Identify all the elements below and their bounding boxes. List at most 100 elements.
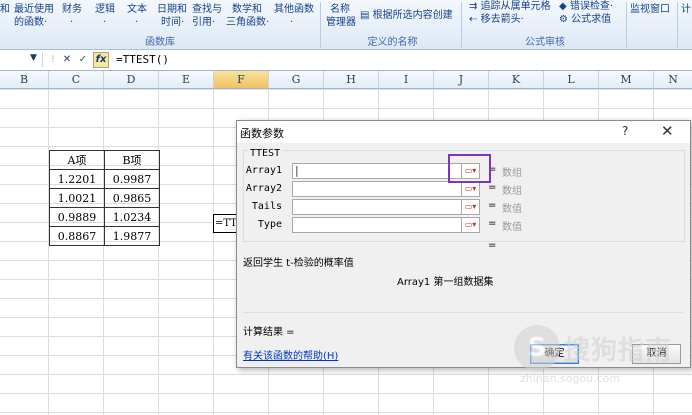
- tails-input[interactable]: [292, 199, 462, 215]
- column-header-i[interactable]: I: [379, 71, 434, 88]
- grid-line: [103, 89, 104, 415]
- range-select-icon[interactable]: ▭▾: [461, 217, 480, 233]
- column-header-k[interactable]: K: [489, 71, 544, 88]
- enter-formula-button[interactable]: ✓: [77, 53, 89, 66]
- ribbon: 和 最近使用 的函数· 财务 · 逻辑 · 文本 · 日期和 时间· 查找与 引用· 数学和…: [0, 0, 692, 50]
- table-row: 0.9889 1.0234: [49, 207, 160, 227]
- ribbon-separator: [320, 2, 321, 48]
- ribbon-create-from-selection-button[interactable]: ▤ 根据所选内容创建: [360, 9, 453, 22]
- table-cell[interactable]: 1.9877: [104, 226, 160, 246]
- dialog-help-icon[interactable]: ?: [622, 124, 628, 138]
- remove-arrows-icon: ⇠: [469, 14, 478, 25]
- arg-equals: =: [488, 218, 497, 229]
- table-cell[interactable]: 0.9889: [49, 207, 105, 227]
- ribbon-separator: [626, 2, 627, 48]
- create-from-selection-icon: ▤: [360, 10, 370, 21]
- column-header-b[interactable]: B: [0, 71, 49, 88]
- ribbon-error-checking-button[interactable]: ◆ 错误检查· ⚙ 公式求值: [559, 0, 613, 26]
- formula-bar-grip-icon: ⁝: [51, 54, 55, 65]
- divider: [243, 312, 683, 313]
- formula-input[interactable]: =TTEST(): [116, 53, 169, 66]
- arg-row-type: Type ▭▾ = 数值: [237, 217, 690, 233]
- column-headers: B C D E F G H I J K L M N: [0, 71, 692, 89]
- table-cell[interactable]: 0.9865: [104, 188, 160, 208]
- ribbon-separator: [677, 2, 678, 48]
- ribbon-autosum-button[interactable]: 和: [0, 3, 10, 16]
- table-header-cell[interactable]: A项: [49, 150, 105, 170]
- watermark-text: 搜狗指南: [564, 336, 673, 366]
- column-header-h[interactable]: H: [324, 71, 379, 88]
- table-cell[interactable]: 1.0234: [104, 207, 160, 227]
- table-header-cell[interactable]: B项: [104, 150, 160, 170]
- table-cell[interactable]: 0.8867: [49, 226, 105, 246]
- arg-label: Type: [257, 219, 282, 230]
- array1-input[interactable]: |: [292, 163, 462, 179]
- arg-row-tails: Tails ▭▾ = 数值: [237, 199, 690, 215]
- table-header-row: A项 B项: [49, 150, 160, 170]
- ribbon-recent-functions-button[interactable]: 最近使用 的函数·: [14, 3, 54, 29]
- column-header-j[interactable]: J: [434, 71, 489, 88]
- table-cell[interactable]: 1.2201: [49, 169, 105, 189]
- arg-equals: =: [488, 182, 497, 193]
- dialog-title: 函数参数: [240, 127, 284, 140]
- watermark-url: zhinan.sogou.com: [520, 372, 621, 385]
- column-header-l[interactable]: L: [544, 71, 599, 88]
- ribbon-name-manager-button[interactable]: 名称 管理器: [326, 3, 356, 29]
- ribbon-trace-dependents-button[interactable]: ⇉ 追踪从属单元格 ⇠ 移去箭头·: [469, 0, 551, 26]
- table-cell[interactable]: 0.9987: [104, 169, 160, 189]
- calculation-result: 计算结果 =: [243, 327, 295, 338]
- ribbon-financial-button[interactable]: 财务 ·: [62, 3, 82, 29]
- group-label-formula-auditing: 公式审核: [525, 37, 565, 48]
- grid-line: [213, 89, 214, 415]
- ribbon-text-button[interactable]: 文本 ·: [127, 3, 147, 29]
- ribbon-calculation-button[interactable]: 计: [681, 3, 691, 16]
- range-select-icon[interactable]: ▭▾: [461, 181, 480, 197]
- arg-type-hint: 数组: [502, 186, 522, 197]
- ribbon-lookup-reference-button[interactable]: 查找与 引用·: [192, 3, 222, 29]
- namebox-dropdown-icon[interactable]: ▼: [30, 53, 37, 63]
- arg-label: Tails: [251, 201, 282, 212]
- function-name-label: TTEST: [248, 148, 283, 159]
- column-header-c[interactable]: C: [49, 71, 104, 88]
- column-header-e[interactable]: E: [159, 71, 214, 88]
- text-caret: |: [295, 164, 299, 177]
- arg-label: Array1: [245, 165, 282, 176]
- watermark: S 搜狗指南 zhinan.sogou.com: [514, 325, 686, 385]
- function-help-link[interactable]: 有关该函数的帮助(H): [243, 347, 338, 362]
- dialog-close-button[interactable]: ✕: [661, 122, 674, 140]
- argument-description: Array1 第一组数据集: [397, 277, 494, 288]
- evaluate-formula-icon: ⚙: [559, 14, 568, 25]
- table-row: 0.8867 1.9877: [49, 226, 160, 246]
- table-cell[interactable]: 1.0021: [49, 188, 105, 208]
- ribbon-date-time-button[interactable]: 日期和 时间·: [157, 3, 187, 29]
- ribbon-separator: [461, 2, 462, 48]
- trace-dependents-icon: ⇉: [469, 1, 478, 12]
- name-box[interactable]: ▼: [0, 52, 43, 67]
- column-header-f[interactable]: F: [214, 71, 269, 88]
- ribbon-watch-window-button[interactable]: 监视窗口: [630, 3, 670, 16]
- column-header-m[interactable]: M: [599, 71, 654, 88]
- function-description: 返回学生 t-检验的概率值: [243, 258, 354, 269]
- grid-line: [48, 89, 49, 415]
- arg-label: Array2: [245, 183, 282, 194]
- formula-result-equals: =: [488, 240, 497, 251]
- column-header-g[interactable]: G: [269, 71, 324, 88]
- cancel-formula-button[interactable]: ✕: [61, 53, 73, 66]
- highlight-box: [448, 154, 491, 183]
- ribbon-logical-button[interactable]: 逻辑 ·: [95, 3, 115, 29]
- dialog-title-bar[interactable]: 函数参数 ? ✕: [237, 121, 690, 143]
- arg-type-hint: 数值: [502, 204, 522, 215]
- array2-input[interactable]: [292, 181, 462, 197]
- type-input[interactable]: [292, 217, 462, 233]
- ribbon-math-trig-button[interactable]: 数学和 三角函数·: [226, 3, 269, 29]
- column-header-d[interactable]: D: [104, 71, 159, 88]
- group-label-function-library: 函数库: [145, 37, 175, 48]
- range-select-icon[interactable]: ▭▾: [461, 199, 480, 215]
- insert-function-button[interactable]: fx: [93, 52, 109, 68]
- sogou-logo-icon: S: [514, 325, 560, 371]
- arg-row-array2: Array2 ▭▾ = 数组: [237, 181, 690, 197]
- ribbon-more-functions-button[interactable]: 其他函数 ·: [274, 3, 314, 29]
- table-row: 1.2201 0.9987: [49, 169, 160, 189]
- column-header-n[interactable]: N: [654, 71, 692, 88]
- arg-type-hint: 数组: [502, 168, 522, 179]
